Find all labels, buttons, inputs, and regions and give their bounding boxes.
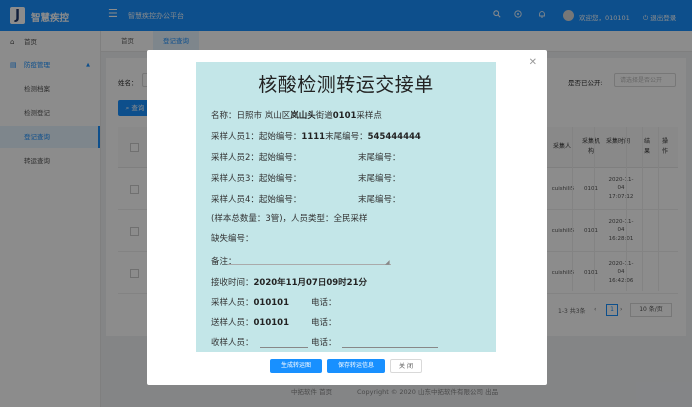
close-icon[interactable]: ✕ xyxy=(529,57,537,68)
receipt-name-line: 名称：日照市 岚山区岚山头街道0101采样点 xyxy=(211,109,382,121)
name-suffix: 采样点 xyxy=(356,111,382,121)
close-button[interactable]: 关 闭 xyxy=(390,359,422,373)
sampler-value: 010101 xyxy=(253,298,290,308)
collector4-label: 采样人员4：起始编号： xyxy=(211,195,302,205)
receiver-phone-label: 电话： xyxy=(311,338,337,348)
collector1-line: 采样人员1：起始编号：1111末尾编号：545444444 xyxy=(211,130,421,142)
site-code: 0101 xyxy=(332,111,357,121)
save-transfer-button[interactable]: 保存转运信息 xyxy=(327,359,385,373)
receive-time: 2020年11月07日09时21分 xyxy=(253,278,367,288)
collector1-label: 采样人员1：起始编号： xyxy=(211,132,302,142)
sampler-phone-label: 电话： xyxy=(311,298,337,308)
collector4-end-label: 末尾编号： xyxy=(358,195,401,205)
collector1-end: 545444444 xyxy=(367,132,421,142)
receiver-phone-input[interactable] xyxy=(342,347,438,348)
sampler-line: 采样人员：010101 xyxy=(211,296,289,308)
sample-total: (样本总数量：3管)，人员类型：全民采样 xyxy=(211,214,368,224)
receipt-title: 核酸检测转运交接单 xyxy=(258,74,434,96)
sender-label: 送样人员： xyxy=(211,318,254,328)
sender-line: 送样人员：010101 xyxy=(211,316,289,328)
name-mid: 街道 xyxy=(315,111,333,121)
remark-input[interactable] xyxy=(228,255,391,265)
collector1-start: 1111 xyxy=(301,132,326,142)
street-name: 岚山头 xyxy=(290,111,316,121)
receive-time-label: 接收时间： xyxy=(211,278,254,288)
receiver-label: 收样人员： xyxy=(211,338,254,348)
collector3-end-label: 末尾编号： xyxy=(358,174,401,184)
collector3-label: 采样人员3：起始编号： xyxy=(211,174,302,184)
sender-value: 010101 xyxy=(253,318,290,328)
resize-handle-icon[interactable]: ◢ xyxy=(385,259,390,266)
receive-time-line: 接收时间：2020年11月07日09时21分 xyxy=(211,276,367,288)
sender-phone-label: 电话： xyxy=(311,318,337,328)
collector1-end-label: 末尾编号： xyxy=(325,132,368,142)
collector2-label: 采样人员2：起始编号： xyxy=(211,153,302,163)
generate-transfer-button[interactable]: 生成转运图 xyxy=(270,359,322,373)
transfer-receipt: 核酸检测转运交接单 名称：日照市 岚山区岚山头街道0101采样点 采样人员1：起… xyxy=(196,62,496,352)
missing-numbers-label: 缺失编号： xyxy=(211,234,254,244)
name-prefix: 名称：日照市 岚山区 xyxy=(211,111,291,121)
collector2-end-label: 末尾编号： xyxy=(358,153,401,163)
transfer-modal: ✕ 核酸检测转运交接单 名称：日照市 岚山区岚山头街道0101采样点 采样人员1… xyxy=(147,50,547,385)
sampler-label: 采样人员： xyxy=(211,298,254,308)
receiver-input[interactable] xyxy=(260,347,308,348)
